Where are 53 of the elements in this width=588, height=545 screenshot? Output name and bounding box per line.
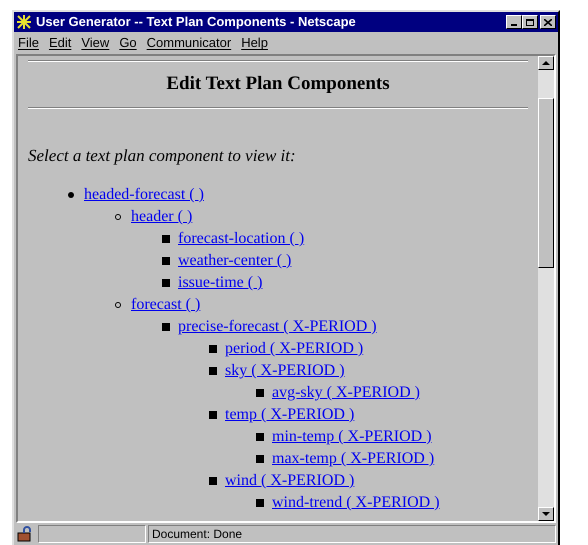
component-link[interactable]: wind-trend ( X-PERIOD ) [272, 491, 440, 515]
component-link[interactable]: avg-sky ( X-PERIOD ) [272, 381, 420, 405]
window-title: User Generator -- Text Plan Components - Netscape [36, 13, 357, 32]
component-link[interactable]: temp ( X-PERIOD ) [225, 403, 354, 427]
scroll-down-button[interactable] [538, 507, 554, 521]
bullet-icon [209, 367, 217, 375]
menu-item[interactable]: Help [241, 33, 268, 53]
component-link[interactable]: precise-forecast ( X-PERIOD ) [178, 315, 377, 339]
bullet-icon [256, 389, 264, 397]
bullet-icon [256, 455, 264, 463]
scroll-thumb[interactable] [538, 98, 554, 268]
component-link[interactable]: header ( ) [131, 205, 192, 229]
bullet-icon [68, 192, 74, 198]
bullet-icon [209, 345, 217, 353]
up-arrow-icon [542, 61, 550, 65]
close-icon [544, 18, 552, 26]
menu-item[interactable]: Go [119, 33, 137, 53]
menu-item[interactable]: Edit [48, 33, 72, 53]
component-link[interactable]: headed-forecast ( ) [84, 183, 204, 207]
menu-item[interactable]: View [81, 33, 110, 53]
bullet-icon [162, 235, 170, 243]
minimize-icon [511, 24, 517, 26]
page-heading: Edit Text Plan Components [165, 72, 391, 96]
scroll-up-button[interactable] [538, 56, 554, 70]
minimize-button[interactable] [506, 15, 522, 29]
status-text: Document: Done [152, 526, 242, 543]
bullet-icon [256, 499, 264, 507]
bullet-icon [115, 302, 121, 308]
component-link[interactable]: forecast ( ) [131, 293, 200, 317]
maximize-icon [526, 18, 534, 26]
bullet-icon [162, 279, 170, 287]
component-link[interactable]: weather-center ( ) [178, 249, 292, 273]
instruction-text: Select a text plan component to view it: [28, 144, 297, 167]
down-arrow-icon [542, 512, 550, 516]
bullet-icon [115, 214, 121, 220]
menu-item[interactable]: Communicator [146, 33, 232, 53]
component-link[interactable]: wind ( X-PERIOD ) [225, 469, 354, 493]
bullet-icon [256, 433, 264, 441]
close-button[interactable] [540, 15, 556, 29]
bullet-icon [209, 411, 217, 419]
component-link[interactable]: min-temp ( X-PERIOD ) [272, 425, 432, 449]
bullet-icon [209, 477, 217, 485]
menu-item[interactable]: File [18, 33, 39, 53]
bullet-icon [162, 257, 170, 265]
component-link[interactable]: forecast-location ( ) [178, 227, 304, 251]
scrollbar[interactable] [538, 56, 554, 521]
component-link[interactable]: max-temp ( X-PERIOD ) [272, 447, 434, 471]
component-link[interactable]: period ( X-PERIOD ) [225, 337, 364, 361]
maximize-button[interactable] [522, 15, 538, 29]
bullet-icon [162, 323, 170, 331]
component-link[interactable]: sky ( X-PERIOD ) [225, 359, 345, 383]
app-icon [16, 14, 32, 30]
component-link[interactable]: issue-time ( ) [178, 271, 262, 295]
